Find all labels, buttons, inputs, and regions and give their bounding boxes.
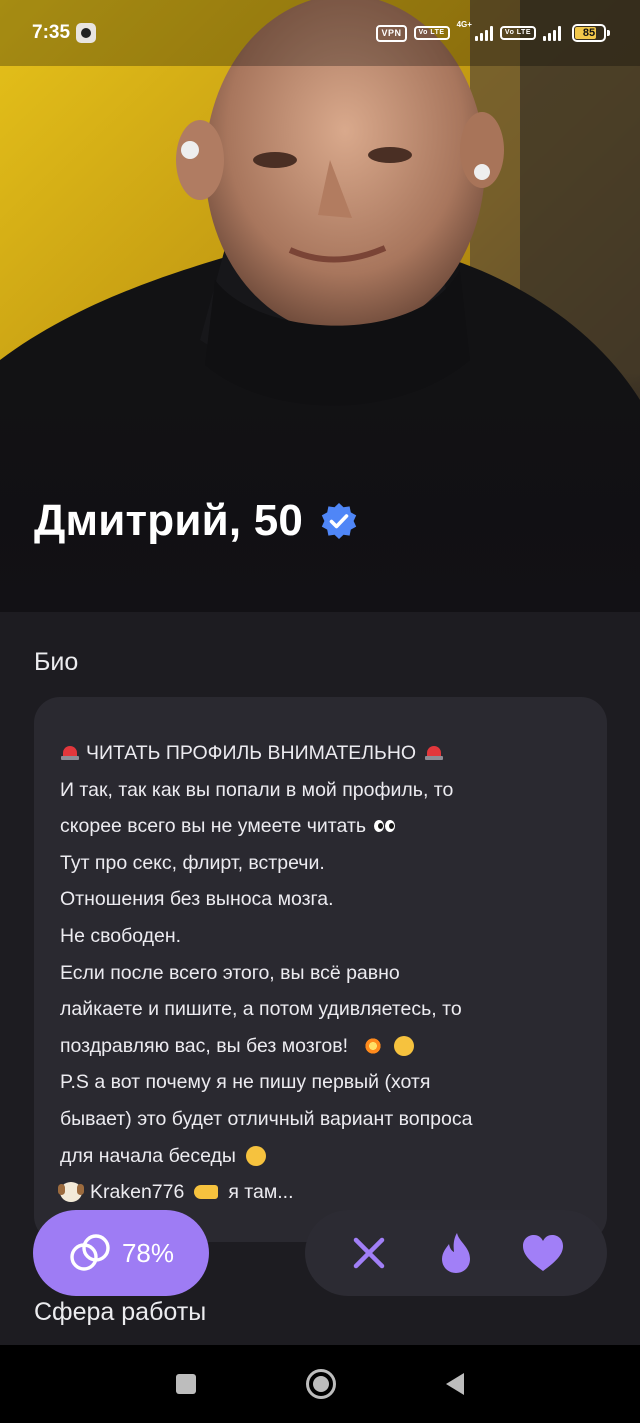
eyes-icon (374, 820, 396, 833)
bio-text: Отношения без выноса мозга. (60, 888, 334, 911)
siren-icon (60, 745, 80, 761)
bio-text: лайкаете и пишите, а потом удивляетесь, … (60, 998, 462, 1021)
dislike-button[interactable] (339, 1223, 399, 1283)
dog-emoji-icon (58, 1182, 84, 1203)
bio-line-11: бывает) это будет отличный вариант вопро… (60, 1101, 581, 1138)
volte-badge-2: Vo LTE (499, 26, 536, 40)
status-bar: 7:35 VPN Vo LTE 4G+ Vo LTE 85 (0, 0, 640, 66)
notification-app-icon (76, 23, 97, 43)
bio-line-7: Если после всего этого, вы всё равно (60, 955, 581, 992)
compatibility-button[interactable]: 78% (33, 1210, 209, 1296)
home-button[interactable] (306, 1369, 336, 1399)
bio-line-6: Не свободен. (60, 918, 581, 955)
status-time: 7:35 (32, 22, 97, 44)
profile-name: Дмитрий, 50 (34, 496, 304, 545)
network-type: 4G+ (456, 20, 472, 29)
bio-text: бывает) это будет отличный вариант вопро… (60, 1107, 473, 1130)
vpn-badge: VPN (376, 24, 407, 42)
close-icon (353, 1237, 384, 1269)
bio-line-1: ЧИТАТЬ ПРОФИЛЬ ВНИМАТЕЛЬНО (60, 735, 581, 772)
bio-text: Не свободен. (60, 924, 182, 947)
profile-name-row: Дмитрий, 50 (34, 496, 359, 546)
heart-icon (523, 1235, 564, 1271)
bio-text: для начала беседы (60, 1144, 236, 1167)
bio-title: Био (34, 648, 79, 676)
bio-line-4: Тут про секс, флирт, встречи. (60, 845, 581, 882)
bio-text: И так, так как вы попали в мой профиль, … (60, 778, 454, 801)
back-button[interactable] (446, 1373, 464, 1395)
bio-line-2: И так, так как вы попали в мой профиль, … (60, 772, 581, 809)
time-text: 7:35 (32, 22, 71, 43)
bio-text: Тут про секс, флирт, встречи. (60, 851, 325, 874)
photo-gradient (0, 372, 640, 612)
bio-text: я там... (228, 1181, 294, 1204)
flame-icon (441, 1233, 470, 1273)
wink-emoji-icon (245, 1145, 266, 1166)
bio-line-3: скорее всего вы не умеете читать (60, 808, 581, 845)
swipe-actions (305, 1210, 607, 1296)
status-indicators: VPN Vo LTE 4G+ Vo LTE 85 (376, 20, 610, 42)
collision-emoji-icon (362, 1035, 385, 1058)
like-button[interactable] (513, 1223, 573, 1283)
work-title: Сфера работы (34, 1298, 207, 1326)
bio-text: Если после всего этого, вы всё равно (60, 961, 400, 984)
siren-icon (424, 745, 444, 761)
bio-line-10: P.S а вот почему я не пишу первый (хотя (60, 1064, 581, 1101)
bio-card: ЧИТАТЬ ПРОФИЛЬ ВНИМАТЕЛЬНО И так, так ка… (34, 697, 607, 1242)
superlike-button[interactable] (426, 1223, 486, 1283)
bio-text: Kraken776 (90, 1181, 185, 1204)
compatibility-percent: 78% (121, 1237, 175, 1268)
bio-text: P.S а вот почему я не пишу первый (хотя (60, 1071, 431, 1094)
bio-line-5: Отношения без выноса мозга. (60, 881, 581, 918)
bio-line-12: для начала беседы (60, 1138, 581, 1175)
bio-line-13: Kraken776 я там... (58, 1174, 581, 1211)
rings-icon (70, 1234, 110, 1271)
smile-emoji-icon (394, 1036, 415, 1057)
signal-icon-2 (543, 25, 561, 41)
volte-badge-1: Vo LTE (413, 26, 450, 40)
bio-line-9: поздравляю вас, вы без мозгов! (60, 1028, 581, 1065)
pointing-hand-icon (194, 1185, 219, 1200)
bio-line-8: лайкаете и пишите, а потом удивляетесь, … (60, 991, 581, 1028)
bio-text: скорее всего вы не умеете читать (60, 815, 367, 838)
battery-icon: 85 (572, 24, 610, 42)
battery-level: 85 (582, 27, 596, 39)
signal-icon-1 (474, 25, 493, 41)
system-navigation-bar (0, 1345, 640, 1423)
bio-text: ЧИТАТЬ ПРОФИЛЬ ВНИМАТЕЛЬНО (86, 742, 417, 764)
recents-button[interactable] (176, 1374, 196, 1394)
bio-text: поздравляю вас, вы без мозгов! (60, 1034, 349, 1057)
verified-badge-icon[interactable] (319, 501, 359, 541)
